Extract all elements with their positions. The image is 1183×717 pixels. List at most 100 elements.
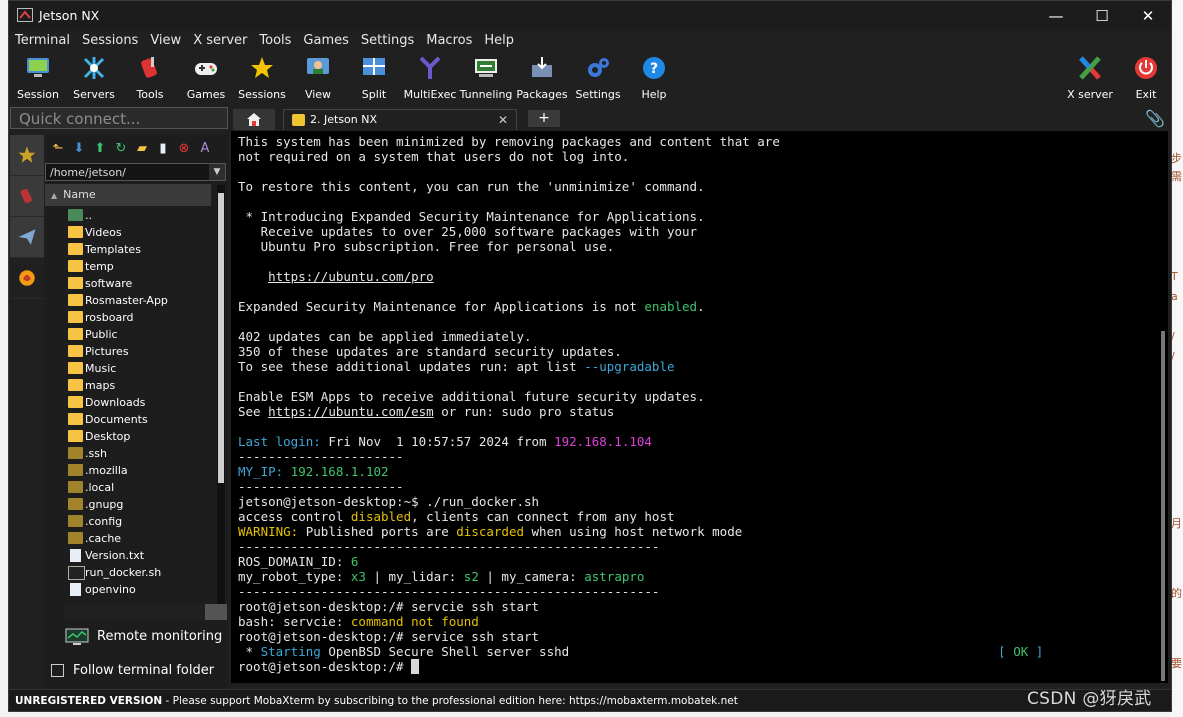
- settings-button[interactable]: Settings: [570, 51, 626, 103]
- hscroll-thumb[interactable]: [65, 604, 205, 620]
- file-list-item[interactable]: software: [45, 275, 215, 292]
- mobaxterm-window: Jetson NX — ☐ ✕ Terminal Sessions View X…: [8, 0, 1172, 712]
- xserver-button[interactable]: X server: [1062, 51, 1118, 103]
- games-button[interactable]: Games: [178, 51, 234, 103]
- multiexec-button[interactable]: MultiExec: [402, 51, 458, 103]
- scroll-thumb[interactable]: [218, 193, 224, 483]
- parent-folder-icon[interactable]: ⬑: [49, 139, 67, 157]
- terminal-scroll-thumb[interactable]: [1161, 331, 1165, 681]
- remote-monitoring-button[interactable]: Remote monitoring: [65, 627, 222, 647]
- folder-icon: [68, 277, 83, 289]
- path-field[interactable]: /home/jetson/ ▼: [45, 163, 226, 181]
- close-tab-icon[interactable]: ✕: [498, 110, 508, 130]
- file-list-item[interactable]: Desktop: [45, 428, 215, 445]
- file-name: Desktop: [85, 430, 131, 443]
- terminal-scrollbar[interactable]: [1158, 131, 1168, 683]
- parent-folder-icon: [68, 209, 83, 221]
- file-list-item[interactable]: maps: [45, 377, 215, 394]
- tab-sessions-favorites[interactable]: [10, 135, 44, 176]
- split-button[interactable]: Split: [346, 51, 402, 103]
- menu-xserver[interactable]: X server: [187, 31, 253, 51]
- mobatek-link[interactable]: https://mobaxterm.mobatek.net: [569, 695, 738, 707]
- tab-macros[interactable]: [10, 217, 44, 258]
- home-tab[interactable]: [233, 109, 275, 130]
- tab-tools[interactable]: [10, 176, 44, 217]
- file-icon: [70, 549, 81, 562]
- file-list-item[interactable]: temp: [45, 258, 215, 275]
- chevron-down-icon[interactable]: ▼: [209, 164, 225, 180]
- menu-help[interactable]: Help: [478, 31, 520, 51]
- menu-macros[interactable]: Macros: [420, 31, 478, 51]
- packages-button[interactable]: Packages: [514, 51, 570, 103]
- ubuntu-esm-link[interactable]: https://ubuntu.com/esm: [268, 404, 434, 419]
- maximize-button[interactable]: ☐: [1079, 1, 1125, 31]
- file-list-item[interactable]: Pictures: [45, 343, 215, 360]
- menu-terminal[interactable]: Terminal: [9, 31, 76, 51]
- script-icon: [68, 566, 85, 580]
- terminal-output: This system has been minimized by removi…: [238, 134, 1044, 674]
- name-column-header[interactable]: ▲ Name: [45, 184, 211, 206]
- paperclip-icon[interactable]: 📎: [1145, 109, 1165, 128]
- menu-sessions[interactable]: Sessions: [76, 31, 144, 51]
- folder-icon: [68, 396, 83, 408]
- session-monitor-icon: [27, 58, 49, 77]
- file-list-item[interactable]: .ssh: [45, 445, 215, 462]
- file-list-item[interactable]: Music: [45, 360, 215, 377]
- csdn-watermark: CSDN @犽戾武: [1027, 689, 1152, 709]
- file-list-item[interactable]: Documents: [45, 411, 215, 428]
- file-list-item[interactable]: .cache: [45, 530, 215, 547]
- tools-icon: [141, 57, 157, 78]
- file-list-item[interactable]: Public: [45, 326, 215, 343]
- file-name: Version.txt: [85, 549, 145, 562]
- minimize-button[interactable]: —: [1033, 1, 1079, 31]
- file-list-item[interactable]: .local: [45, 479, 215, 496]
- download-icon[interactable]: ⬇: [70, 139, 88, 157]
- new-folder-icon[interactable]: ▰: [133, 139, 151, 157]
- file-list-item[interactable]: Templates: [45, 241, 215, 258]
- new-tab-button[interactable]: +: [528, 110, 560, 127]
- tab-sftp[interactable]: [10, 258, 44, 299]
- menu-settings[interactable]: Settings: [355, 31, 420, 51]
- split-icon: [363, 58, 385, 75]
- close-window-button[interactable]: ✕: [1125, 1, 1171, 31]
- exit-button[interactable]: Exit: [1118, 51, 1171, 103]
- menu-view[interactable]: View: [144, 31, 187, 51]
- file-list-item[interactable]: Rosmaster-App: [45, 292, 215, 309]
- file-list-item[interactable]: Videos: [45, 224, 215, 241]
- tools-button[interactable]: Tools: [122, 51, 178, 103]
- file-list-item[interactable]: .config: [45, 513, 215, 530]
- file-list-item[interactable]: openvino: [45, 581, 215, 598]
- ubuntu-pro-link[interactable]: https://ubuntu.com/pro: [268, 269, 434, 284]
- rename-icon[interactable]: A: [196, 139, 214, 157]
- file-name: run_docker.sh: [85, 566, 162, 579]
- upload-icon[interactable]: ⬆: [91, 139, 109, 157]
- refresh-icon[interactable]: ↻: [112, 139, 130, 157]
- file-list-item[interactable]: Version.txt: [45, 547, 215, 564]
- unregistered-label: UNREGISTERED VERSION: [15, 695, 163, 707]
- file-list-item[interactable]: run_docker.sh: [45, 564, 215, 581]
- tunneling-button[interactable]: Tunneling: [458, 51, 514, 103]
- session-button[interactable]: Session: [10, 51, 66, 103]
- tools-label: Tools: [136, 88, 164, 101]
- file-list-item[interactable]: ..: [45, 207, 215, 224]
- menu-tools[interactable]: Tools: [253, 31, 297, 51]
- file-list-item[interactable]: .mozilla: [45, 462, 215, 479]
- view-button[interactable]: View: [290, 51, 346, 103]
- sessions-button[interactable]: Sessions: [234, 51, 290, 103]
- quick-connect-input[interactable]: Quick connect...: [10, 107, 228, 129]
- folder-icon: [68, 243, 83, 255]
- new-file-icon[interactable]: ▮: [154, 139, 172, 157]
- file-list-hscrollbar[interactable]: [65, 604, 227, 620]
- file-list-scrollbar[interactable]: [217, 185, 225, 605]
- terminal[interactable]: This system has been minimized by removi…: [231, 131, 1168, 683]
- checkbox[interactable]: [51, 664, 64, 677]
- follow-terminal-folder-checkbox[interactable]: Follow terminal folder: [51, 662, 214, 680]
- servers-button[interactable]: Servers: [66, 51, 122, 103]
- delete-icon[interactable]: ⊗: [175, 139, 193, 157]
- file-list-item[interactable]: rosboard: [45, 309, 215, 326]
- tab-jetson-nx[interactable]: 2. Jetson NX ✕: [283, 109, 517, 130]
- help-button[interactable]: ? Help: [626, 51, 682, 103]
- file-list-item[interactable]: Downloads: [45, 394, 215, 411]
- file-list-item[interactable]: .gnupg: [45, 496, 215, 513]
- menu-games[interactable]: Games: [297, 31, 354, 51]
